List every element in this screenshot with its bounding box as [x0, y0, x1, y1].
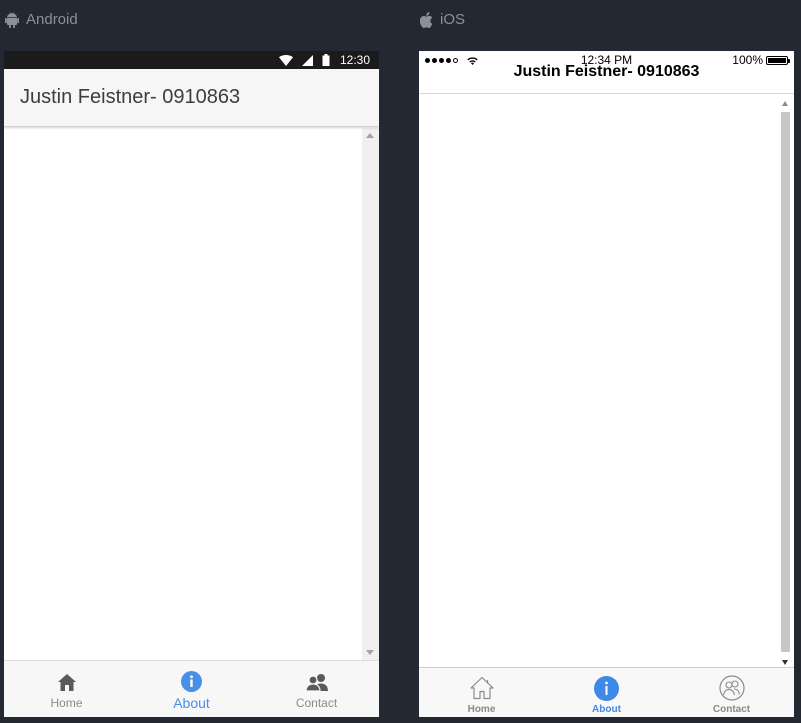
scroll-up-arrow-icon[interactable]: [366, 133, 374, 138]
tab-home[interactable]: Home: [419, 668, 544, 717]
tab-contact-label: Contact: [712, 704, 751, 715]
home-icon: [57, 670, 76, 694]
signal-icon: [301, 54, 313, 66]
contact-icon: [305, 670, 328, 694]
info-icon: [594, 674, 619, 702]
scroll-down-arrow-icon[interactable]: [782, 660, 788, 665]
android-platform-text: Android: [26, 11, 78, 28]
android-tab-bar: Home About Contact: [4, 660, 379, 717]
tab-contact-label: Contact: [295, 696, 338, 710]
ios-platform-label: iOS: [420, 11, 465, 28]
tab-contact[interactable]: Contact: [254, 661, 379, 717]
ios-status-time: 12:34 PM: [580, 53, 633, 67]
tab-home[interactable]: Home: [4, 661, 129, 717]
ios-platform-text: iOS: [440, 11, 466, 28]
battery-icon: [322, 54, 330, 66]
tab-home-label: Home: [50, 696, 83, 710]
ios-tab-bar: Home About Contact: [419, 667, 794, 717]
android-content-area[interactable]: [4, 128, 379, 660]
android-toolbar: Justin Feistner- 0910863: [4, 69, 379, 127]
android-icon: [5, 11, 19, 28]
android-platform-label: Android: [5, 11, 78, 28]
scroll-up-arrow-icon[interactable]: [782, 101, 788, 106]
android-status-bar: 12:30: [4, 51, 379, 69]
wifi-icon: [278, 54, 293, 66]
tab-home-label: Home: [467, 704, 496, 715]
tab-about[interactable]: About: [544, 668, 669, 717]
apple-icon: [420, 11, 433, 28]
tab-about[interactable]: About: [129, 661, 254, 717]
ios-status-bar: 12:34 PM 100%: [419, 51, 794, 69]
contact-icon: [718, 674, 745, 702]
tab-about-label: About: [592, 704, 621, 715]
android-scrollbar[interactable]: [362, 128, 379, 660]
android-status-time: 12:30: [339, 53, 370, 67]
scroll-down-arrow-icon[interactable]: [366, 650, 374, 655]
scrollbar-thumb[interactable]: [781, 112, 790, 652]
ios-scrollbar[interactable]: [780, 98, 791, 666]
ios-device-screen: 12:34 PM 100% Justin Feistner- 0910863 H…: [419, 51, 794, 717]
home-icon: [469, 674, 494, 702]
tab-contact[interactable]: Contact: [669, 668, 794, 717]
info-icon: [181, 669, 202, 693]
android-device-screen: 12:30 Justin Feistner- 0910863 Home Abou…: [4, 51, 379, 717]
ios-content-area[interactable]: [419, 94, 794, 667]
tab-about-label: About: [173, 695, 210, 711]
battery-icon: [766, 55, 790, 65]
page-title: Justin Feistner- 0910863: [20, 86, 241, 108]
